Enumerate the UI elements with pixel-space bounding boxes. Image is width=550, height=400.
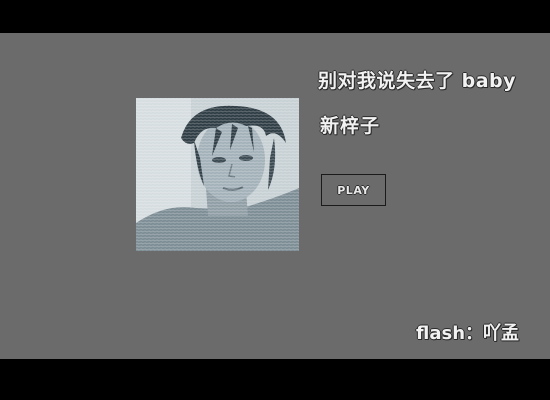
flash-credit: flash：吖孟 xyxy=(416,323,520,344)
portrait-photo xyxy=(136,98,299,251)
artist-name: 新梓子 xyxy=(320,115,381,137)
letterbox-bottom xyxy=(0,359,550,400)
song-title: 别对我说失去了 baby xyxy=(318,70,517,92)
play-button[interactable]: PLAY xyxy=(321,174,386,206)
letterbox-top xyxy=(0,0,550,33)
